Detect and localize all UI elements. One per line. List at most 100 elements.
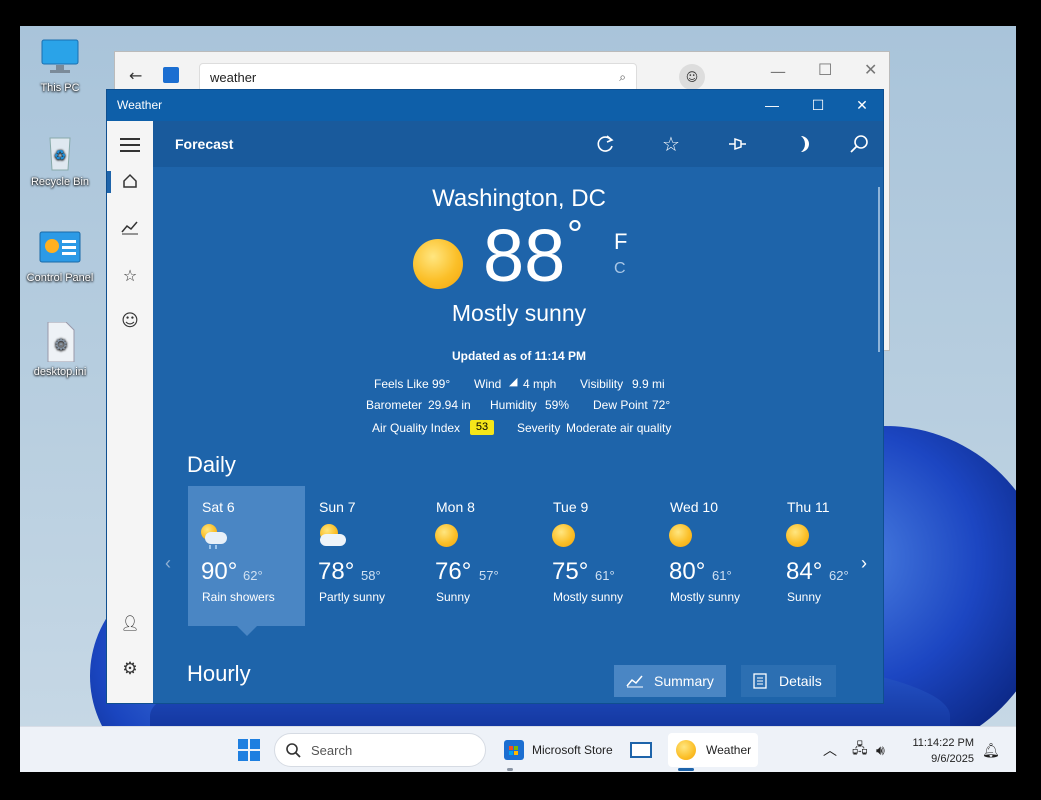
show-hidden-icons-button[interactable]: ︿ [823,733,837,767]
humidity-label: Humidity [490,398,537,412]
taskbar-app-microsoft-store[interactable]: Microsoft Store [498,733,619,767]
current-weather-sun-icon [413,239,463,289]
day-high-temp: 78° [318,558,355,585]
day-card[interactable]: Wed 10 80° 61° Mostly sunny [656,486,773,626]
taskbar-app-label: Microsoft Store [532,743,613,757]
forecast-header: Forecast ☆ [153,121,883,167]
taskbar: Search Microsoft Store Weather ︿ 🖧︎ 🔊︎ 1… [20,726,1016,772]
clock[interactable]: 11:14:22 PM 9/6/2025 [904,735,974,767]
weather-title-bar: Weather — ☐ ✕ [107,90,883,121]
chart-line-icon [121,221,138,235]
unit-celsius-toggle[interactable]: C [614,260,626,278]
account-icon[interactable]: ☺ [679,64,705,90]
refresh-button[interactable] [593,132,617,156]
minimize-button[interactable]: — [749,90,795,121]
forecast-content: Washington, DC 88 ° F C Mostly sunny Upd… [153,167,883,703]
maximize-icon[interactable]: ☐ [818,60,832,79]
monitor-icon [38,38,82,78]
sun-icon [786,524,809,547]
close-button[interactable]: ✕ [839,90,883,121]
unit-fahrenheit-toggle[interactable]: F [614,229,627,255]
desktop-icon-label: desktop.ini [33,366,87,378]
taskbar-app-weather[interactable]: Weather [668,733,758,767]
task-view-icon [630,742,652,758]
start-button[interactable] [237,733,261,767]
desktop-icon-desktop-ini[interactable]: ⚙ desktop.ini [20,321,100,378]
nav-settings-button[interactable]: ⚙ [107,649,153,689]
day-high-temp: 76° [435,558,472,585]
nav-maps-button[interactable] [107,207,153,247]
day-card[interactable]: Tue 9 75° 61° Mostly sunny [539,486,656,626]
sun-icon [669,524,692,547]
nav-account-button[interactable]: 👤︎ [107,603,153,643]
star-icon: ☆ [662,132,680,156]
day-card[interactable]: Thu 11 84° 62° Sunny [773,486,863,626]
day-card[interactable]: Sat 6 90° 62° Rain showers [188,486,305,626]
nav-favorites-button[interactable]: ☆ [107,255,153,295]
selected-day-pointer [237,626,257,636]
day-condition: Sunny [436,590,471,604]
barometer-label: Barometer [366,398,423,412]
notifications-button[interactable]: 🔔︎ [982,733,1000,767]
volume-button[interactable]: 🔊︎ [876,733,885,767]
day-low-temp: 61° [712,568,732,583]
theme-toggle-button[interactable] [791,132,815,156]
maximize-button[interactable]: ☐ [795,90,841,121]
day-card[interactable]: Mon 8 76° 57° Sunny [422,486,539,626]
taskbar-search-box[interactable]: Search [274,733,486,767]
visibility-label: Visibility [580,377,624,391]
navigation-rail: ☆ ☺ 👤︎ ⚙ [107,121,153,703]
condition-text: Mostly sunny [451,300,587,326]
taskbar-app-task-view[interactable] [630,733,652,767]
close-icon[interactable]: ✕ [864,60,877,79]
desktop-icon-this-pc[interactable]: This PC [20,38,100,94]
back-arrow-icon[interactable]: ← [129,66,142,85]
sun-icon [552,524,575,547]
dew-point-label: Dew Point [593,398,648,412]
windows-logo-icon [238,739,260,761]
day-name: Wed 10 [670,499,718,515]
day-high-temp: 80° [669,558,706,585]
severity-label: Severity [517,421,561,435]
desktop-icon-control-panel[interactable]: Control Panel [20,228,100,284]
day-high-temp: 90° [201,558,238,585]
day-low-temp: 62° [243,568,263,583]
desktop-icon-recycle-bin[interactable]: ♻ Recycle Bin [20,132,100,188]
details-button[interactable]: Details [741,665,836,697]
nav-lifestyle-button[interactable]: ☺ [107,301,153,341]
day-high-temp: 84° [786,558,823,585]
location-name: Washington, DC [432,185,606,212]
wind-value: 4 mph [523,377,557,391]
summary-label: Summary [654,673,714,689]
degree-symbol: ° [567,213,583,257]
search-icon[interactable]: ⌕ [619,70,626,85]
search-icon [286,743,301,758]
scroll-left-icon[interactable]: ‹ [165,553,171,574]
pin-button[interactable] [725,132,749,156]
severity-value: Moderate air quality [566,421,672,435]
favorite-button[interactable]: ☆ [659,132,683,156]
day-condition: Partly sunny [319,590,386,604]
speaker-icon: 🔊︎ [876,741,885,758]
day-high-temp: 75° [552,558,589,585]
svg-text:♻: ♻ [54,147,67,163]
visibility-value: 9.9 mi [632,377,665,391]
day-name: Tue 9 [553,499,589,515]
temperature-value: 88 [483,214,566,297]
add-person-icon: 👤︎ [120,614,140,632]
hamburger-menu-button[interactable] [107,125,153,165]
search-button[interactable] [847,132,871,156]
current-temperature: 88 [483,219,565,293]
running-indicator [507,768,513,771]
settings-file-icon: ⚙ [38,321,82,363]
minimize-icon[interactable]: — [770,62,786,81]
network-button[interactable]: 🖧︎ [852,733,868,767]
hourly-heading: Hourly [187,661,251,686]
nav-forecast-button[interactable] [107,161,153,201]
day-card[interactable]: Sun 7 78° 58° Partly sunny [305,486,422,626]
day-name: Thu 11 [787,499,830,515]
clock-date: 9/6/2025 [931,753,974,765]
home-icon [123,173,137,188]
summary-button[interactable]: Summary [614,665,726,697]
day-name: Sun 7 [319,499,356,515]
